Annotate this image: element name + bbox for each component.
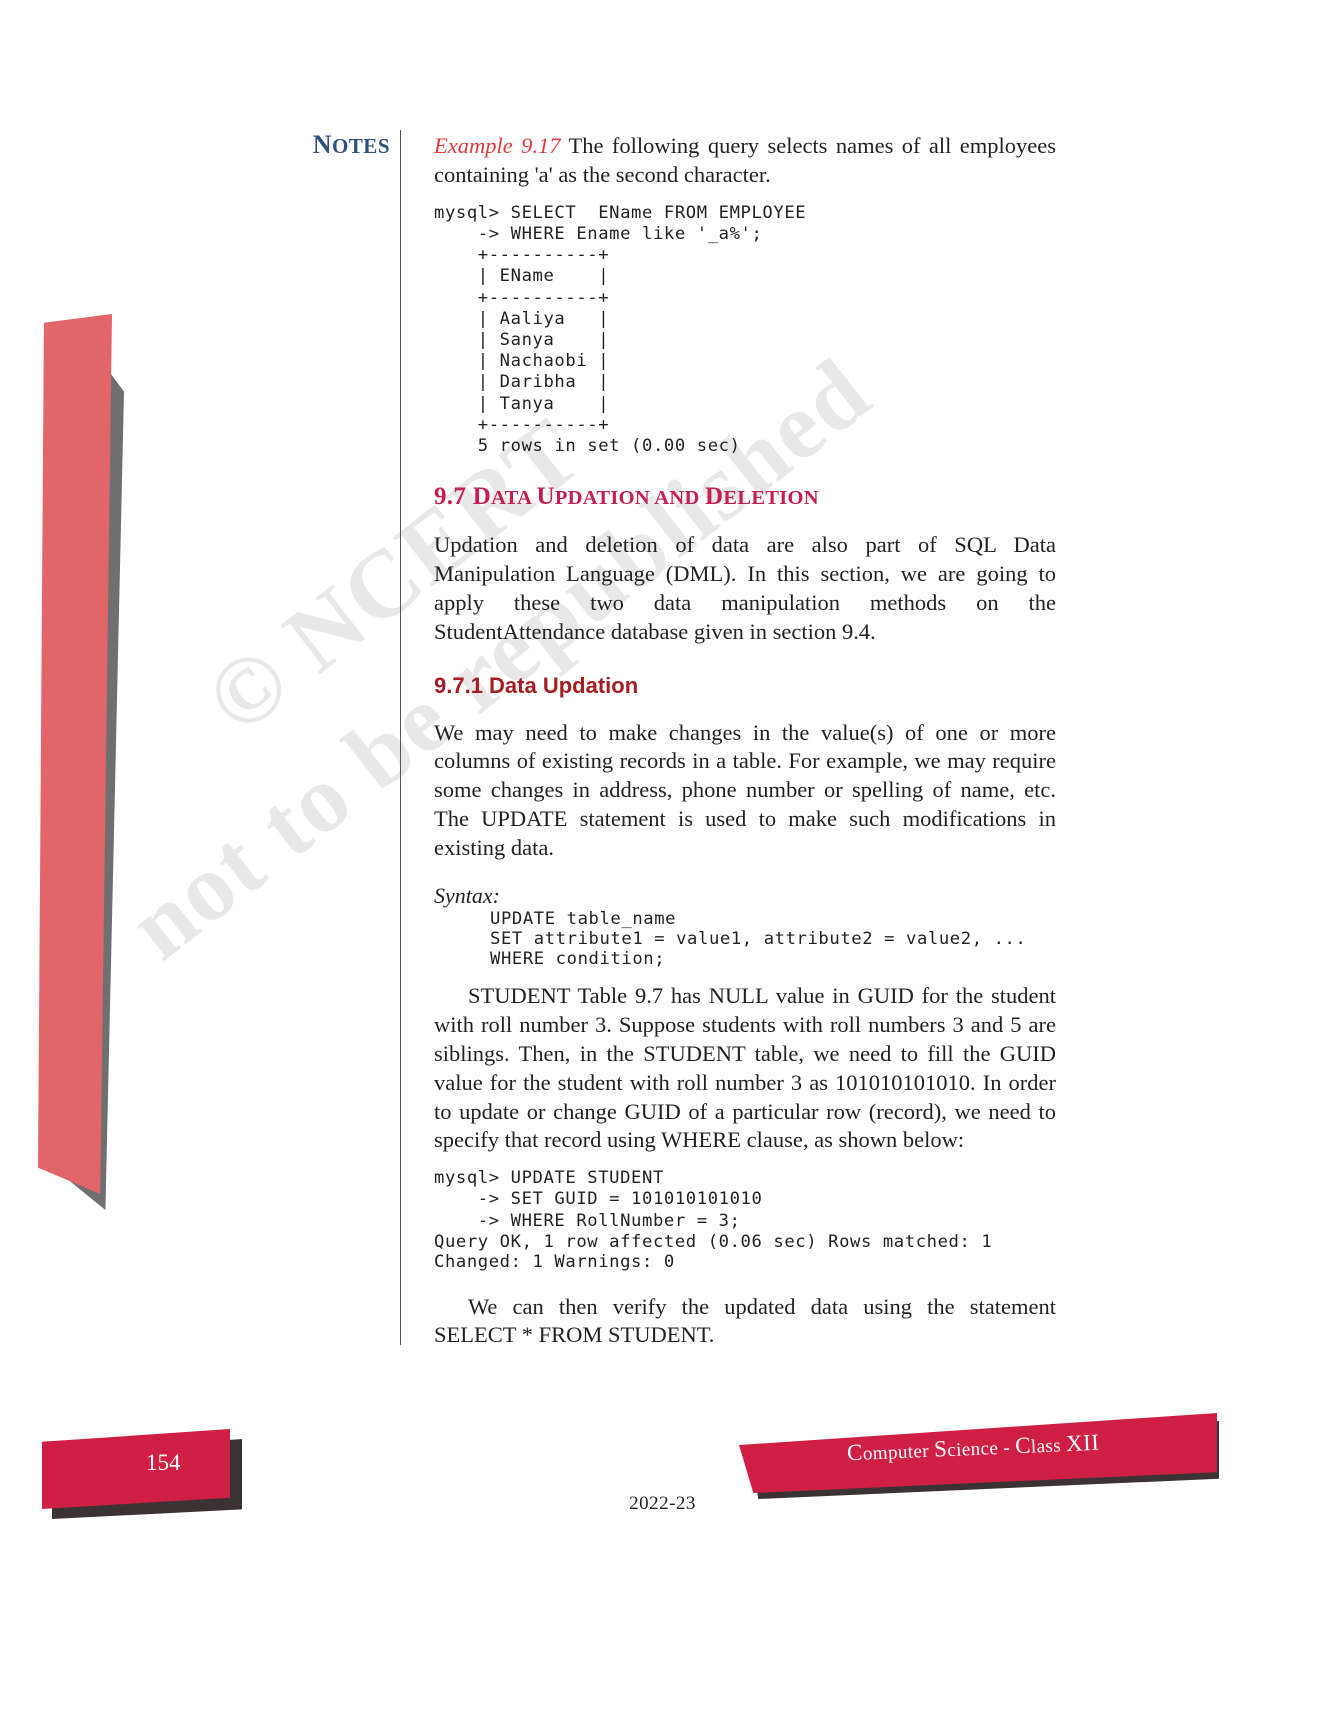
section-heading-9-7: 9.7 Data Updation and Deletion xyxy=(434,483,1056,511)
page-number: 154 xyxy=(146,1450,181,1475)
section-word1-capital: D xyxy=(472,483,492,511)
book-title-c2: S xyxy=(933,1436,948,1462)
book-title-w1: omputer xyxy=(862,1440,935,1465)
sql-syntax-block: UPDATE table_name SET attribute1 = value… xyxy=(490,908,1027,970)
section-word4-capital: D xyxy=(705,483,724,511)
notes-column: NOTES xyxy=(180,130,390,160)
decorative-margin-bars xyxy=(0,300,180,1250)
sql-query-block-2: mysql> UPDATE STUDENT -> SET GUID = 1010… xyxy=(434,1168,763,1231)
example-label: Example 9.17 xyxy=(434,133,561,158)
notes-label-rest: OTES xyxy=(331,134,390,158)
section-word2-rest: pdation xyxy=(554,487,655,510)
notes-label-capital: N xyxy=(312,130,332,159)
subsection-heading-9-7-1: 9.7.1 Data Updation xyxy=(434,672,639,698)
book-title-class: XII xyxy=(1065,1429,1100,1457)
main-text-column: Example 9.17 The following query selects… xyxy=(434,132,1056,1350)
section-word3: and xyxy=(654,487,706,510)
column-divider-rule xyxy=(400,130,401,1345)
section-number: 9.7 xyxy=(434,483,473,511)
example-paragraph: Example 9.17 The following query selects… xyxy=(434,132,1056,190)
sql-query-output-2: Query OK, 1 row affected (0.06 sec) Rows… xyxy=(434,1231,993,1273)
closing-paragraph: We can then verify the updated data usin… xyxy=(434,1293,1056,1348)
section-word2-capital: U xyxy=(536,483,555,511)
book-title-banner: Computer Science - Class XII xyxy=(735,1407,1235,1517)
student-paragraph: STUDENT Table 9.7 has NULL value in GUID… xyxy=(434,983,1056,1153)
book-title-w3: lass xyxy=(1030,1435,1067,1458)
section-word1-rest: ata xyxy=(491,487,537,510)
notes-label: NOTES xyxy=(180,130,390,160)
section-word4-rest: eletion xyxy=(723,487,819,510)
section-paragraph: Updation and deletion of data are also p… xyxy=(434,532,1056,644)
book-title-c3: C xyxy=(1014,1432,1032,1459)
page-footer: 154 2022-23 Computer Science - Class XII xyxy=(0,1393,1325,1723)
book-title-w2: cience xyxy=(946,1437,999,1462)
book-title-c1: C xyxy=(846,1439,864,1466)
syntax-label: Syntax: xyxy=(434,882,500,908)
gray-angled-bar xyxy=(62,330,124,1210)
sql-query-block-1: mysql> SELECT EName FROM EMPLOYEE -> WHE… xyxy=(434,202,807,457)
subsection-paragraph: We may need to make changes in the value… xyxy=(434,719,1056,860)
red-angled-bar xyxy=(38,314,112,1194)
book-title-dash: - xyxy=(997,1437,1016,1459)
